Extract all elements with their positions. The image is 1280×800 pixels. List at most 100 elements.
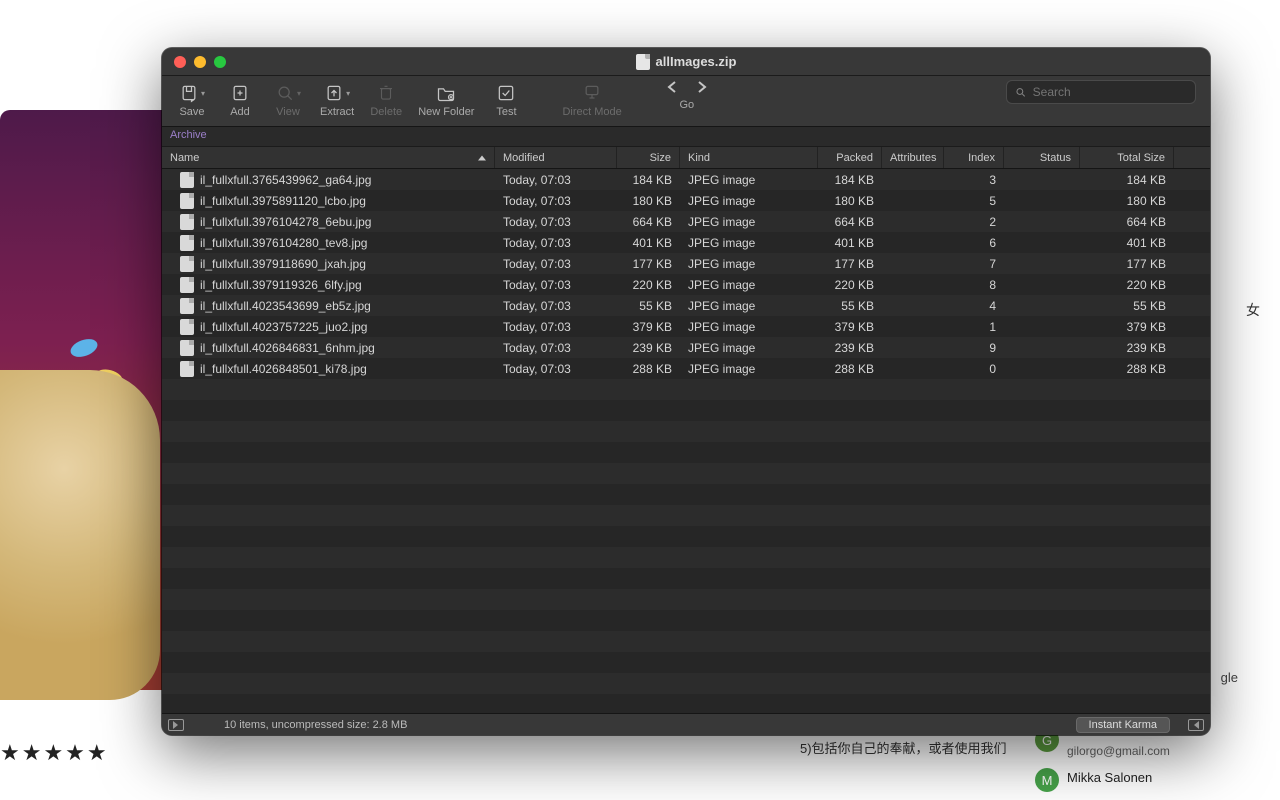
source-label: Archive [170,129,207,141]
file-modified: Today, 07:03 [495,257,617,271]
file-packed: 379 KB [818,320,882,334]
nav-back-button[interactable] [666,80,678,97]
file-total: 184 KB [1080,173,1174,187]
save-label: Save [179,106,204,118]
table-row[interactable]: il_fullxfull.3765439962_ga64.jpgToday, 0… [162,169,1210,190]
avatar: M [1035,768,1059,792]
file-packed: 239 KB [818,341,882,355]
direct-mode-label: Direct Mode [562,106,621,118]
sidebar-toggle-icon[interactable] [1188,719,1204,731]
file-name: il_fullxfull.3979118690_jxah.jpg [200,257,366,271]
file-total: 55 KB [1080,299,1174,313]
file-modified: Today, 07:03 [495,341,617,355]
file-total: 239 KB [1080,341,1174,355]
background-text-gle: gle [1221,670,1238,685]
file-list[interactable]: il_fullxfull.3765439962_ga64.jpgToday, 0… [162,169,1210,713]
add-button[interactable]: Add [218,80,262,120]
file-name: il_fullxfull.4026846831_6nhm.jpg [200,341,375,355]
delete-button[interactable]: Delete [364,80,408,120]
table-row[interactable]: il_fullxfull.4026848501_ki78.jpg Today, 0… [162,358,1210,379]
file-icon [180,235,194,251]
column-header-modified[interactable]: Modified [495,147,617,168]
column-header-attributes[interactable]: Attributes [882,147,944,168]
column-header-kind[interactable]: Kind [680,147,818,168]
table-row[interactable]: il_fullxfull.4023543699_eb5z.jpgToday, 0… [162,295,1210,316]
view-button[interactable]: ▾ View [266,80,310,120]
table-row[interactable]: il_fullxfull.3979119326_6lfy.jpgToday, 0… [162,274,1210,295]
background-giraffe-plush [0,370,160,700]
column-header-index[interactable]: Index [944,147,1004,168]
view-label: View [276,106,300,118]
file-packed: 177 KB [818,257,882,271]
column-header-status[interactable]: Status [1004,147,1080,168]
titlebar[interactable]: allImages.zip [162,48,1210,76]
instant-karma-button[interactable]: Instant Karma [1076,717,1170,733]
file-total: 401 KB [1080,236,1174,250]
test-button[interactable]: Test [484,80,528,120]
search-input[interactable] [1033,85,1187,99]
file-total: 220 KB [1080,278,1174,292]
file-name: il_fullxfull.3976104280_tev8.jpg [200,236,367,250]
file-name: il_fullxfull.4026848501_ki78.jpg [200,362,367,376]
file-index: 2 [944,215,1004,229]
status-summary: 10 items, uncompressed size: 2.8 MB [224,719,407,731]
nav-forward-button[interactable] [696,80,708,97]
file-kind: JPEG image [680,257,818,271]
close-window-button[interactable] [174,56,186,68]
table-row[interactable]: il_fullxfull.3976104280_tev8.jpgToday, 0… [162,232,1210,253]
file-total: 379 KB [1080,320,1174,334]
file-kind: JPEG image [680,341,818,355]
save-button[interactable]: ▾ Save [170,80,214,120]
column-header-size[interactable]: Size [617,147,680,168]
file-size: 180 KB [617,194,680,208]
search-field[interactable] [1006,80,1196,104]
new-folder-label: New Folder [418,106,474,118]
extract-button[interactable]: ▾ Extract [314,80,360,120]
test-label: Test [496,106,516,118]
zoom-window-button[interactable] [214,56,226,68]
background-name: Mikka Salonen [1067,770,1152,785]
status-bar: 10 items, uncompressed size: 2.8 MB Inst… [162,713,1210,735]
file-modified: Today, 07:03 [495,320,617,334]
direct-mode-button[interactable]: Direct Mode [556,80,627,120]
file-modified: Today, 07:03 [495,215,617,229]
file-packed: 220 KB [818,278,882,292]
file-kind: JPEG image [680,236,818,250]
file-modified: Today, 07:03 [495,194,617,208]
file-kind: JPEG image [680,320,818,334]
file-size: 379 KB [617,320,680,334]
table-row[interactable]: il_fullxfull.3979118690_jxah.jpg Today, 0… [162,253,1210,274]
table-row[interactable]: il_fullxfull.4026846831_6nhm.jpg Today, 0… [162,337,1210,358]
column-header-total[interactable]: Total Size [1080,147,1174,168]
source-path-bar[interactable]: Archive [162,127,1210,147]
file-icon [180,298,194,314]
file-index: 0 [944,362,1004,376]
file-icon [180,193,194,209]
file-icon [180,319,194,335]
column-header-packed[interactable]: Packed [818,147,882,168]
table-row[interactable]: il_fullxfull.3976104278_6ebu.jpgToday, 0… [162,211,1210,232]
file-total: 177 KB [1080,257,1174,271]
table-row[interactable]: il_fullxfull.3975891120_lcbo.jpgToday, 0… [162,190,1210,211]
table-row[interactable]: il_fullxfull.4023757225_juo2.jpgToday, 0… [162,316,1210,337]
file-size: 55 KB [617,299,680,313]
file-index: 7 [944,257,1004,271]
preview-toggle-icon[interactable] [168,719,184,731]
file-icon [180,277,194,293]
window-title-label: allImages.zip [656,54,737,69]
add-label: Add [230,106,250,118]
file-modified: Today, 07:03 [495,299,617,313]
delete-label: Delete [370,106,402,118]
file-size: 288 KB [617,362,680,376]
minimize-window-button[interactable] [194,56,206,68]
file-kind: JPEG image [680,215,818,229]
file-total: 180 KB [1080,194,1174,208]
column-header-name[interactable]: Name [162,147,495,168]
new-folder-button[interactable]: New Folder [412,80,480,120]
archive-file-icon [636,54,650,70]
file-packed: 55 KB [818,299,882,313]
file-modified: Today, 07:03 [495,362,617,376]
background-footer-text: 5)包括你自己的奉献，或者使用我们 [800,738,1007,757]
file-packed: 664 KB [818,215,882,229]
file-icon [180,256,194,272]
